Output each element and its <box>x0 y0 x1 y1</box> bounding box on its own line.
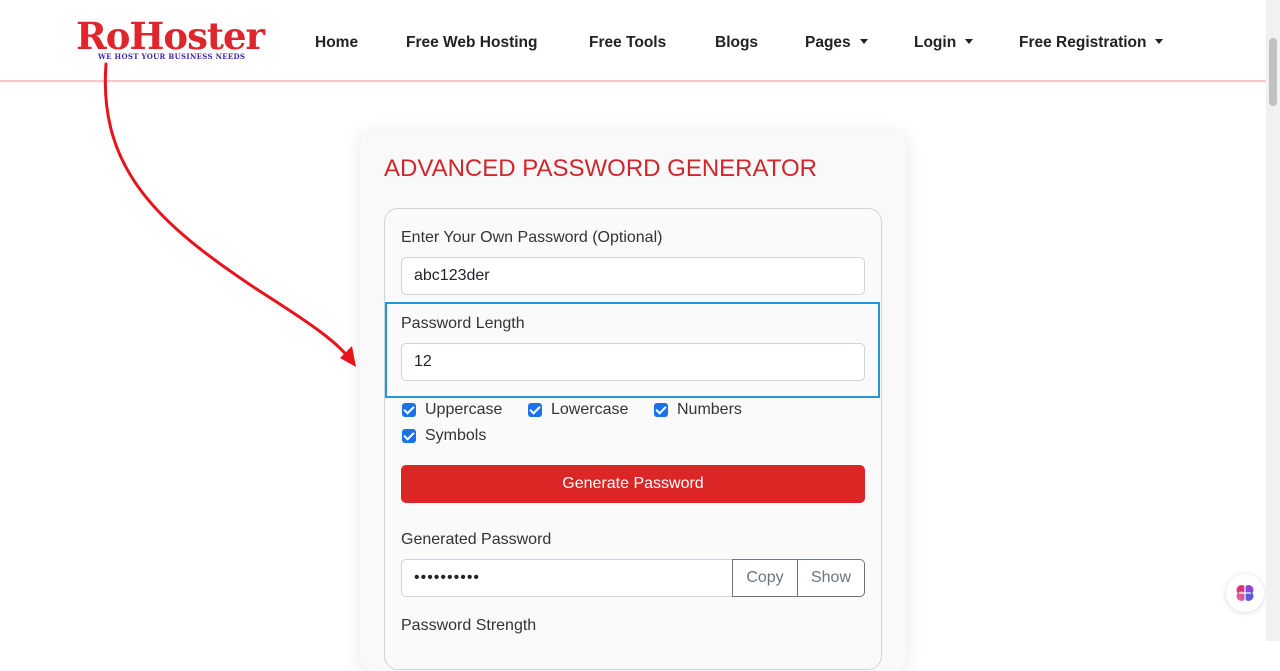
generator-form: Enter Your Own Password (Optional) abc12… <box>384 208 882 670</box>
own-password-input[interactable]: abc123der <box>401 257 865 295</box>
nav-free-tools[interactable]: Free Tools <box>589 33 666 53</box>
checkbox-checked-icon <box>528 403 542 417</box>
checkbox-checked-icon <box>402 429 416 443</box>
site-logo[interactable]: RoHoster WE HOST YOUR BUSINESS NEEDS <box>76 16 276 66</box>
site-header: RoHoster WE HOST YOUR BUSINESS NEEDS Hom… <box>0 0 1266 82</box>
numbers-checkbox[interactable]: Numbers <box>654 401 742 419</box>
nav-blogs[interactable]: Blogs <box>715 33 758 53</box>
page-title: ADVANCED PASSWORD GENERATOR <box>384 155 817 182</box>
nav-pages[interactable]: Pages <box>805 33 868 53</box>
nav-login[interactable]: Login <box>914 33 974 53</box>
scrollbar-thumb[interactable] <box>1269 38 1277 106</box>
brain-icon-widget[interactable] <box>1226 574 1264 612</box>
logo-text: RoHoster <box>76 14 265 58</box>
copy-button[interactable]: Copy <box>732 559 798 597</box>
caret-down-icon <box>965 39 974 44</box>
caret-down-icon <box>859 39 868 44</box>
checkbox-checked-icon <box>402 403 416 417</box>
generated-password-label: Generated Password <box>401 531 552 548</box>
password-strength-label: Password Strength <box>401 617 537 634</box>
length-label: Password Length <box>401 315 525 332</box>
nav-free-web-hosting[interactable]: Free Web Hosting <box>406 33 537 53</box>
logo-tagline: WE HOST YOUR BUSINESS NEEDS <box>98 52 246 61</box>
password-generator-card: ADVANCED PASSWORD GENERATOR Enter Your O… <box>360 131 906 671</box>
show-button[interactable]: Show <box>797 559 865 597</box>
brain-icon <box>1236 585 1254 601</box>
nav-home[interactable]: Home <box>315 33 358 53</box>
symbols-checkbox[interactable]: Symbols <box>402 427 486 445</box>
length-input[interactable]: 12 <box>401 343 865 381</box>
generate-password-button[interactable]: Generate Password <box>401 465 865 503</box>
nav-free-registration[interactable]: Free Registration <box>1019 33 1164 53</box>
checkbox-checked-icon <box>654 403 668 417</box>
caret-down-icon <box>1155 39 1164 44</box>
generated-password-group: •••••••••• Copy Show <box>401 559 865 597</box>
own-password-label: Enter Your Own Password (Optional) <box>401 229 663 246</box>
generated-password-field[interactable]: •••••••••• <box>401 559 733 597</box>
header-shadow <box>0 80 1266 84</box>
uppercase-checkbox[interactable]: Uppercase <box>402 401 502 419</box>
page-scrollbar[interactable] <box>1266 0 1280 641</box>
lowercase-checkbox[interactable]: Lowercase <box>528 401 628 419</box>
